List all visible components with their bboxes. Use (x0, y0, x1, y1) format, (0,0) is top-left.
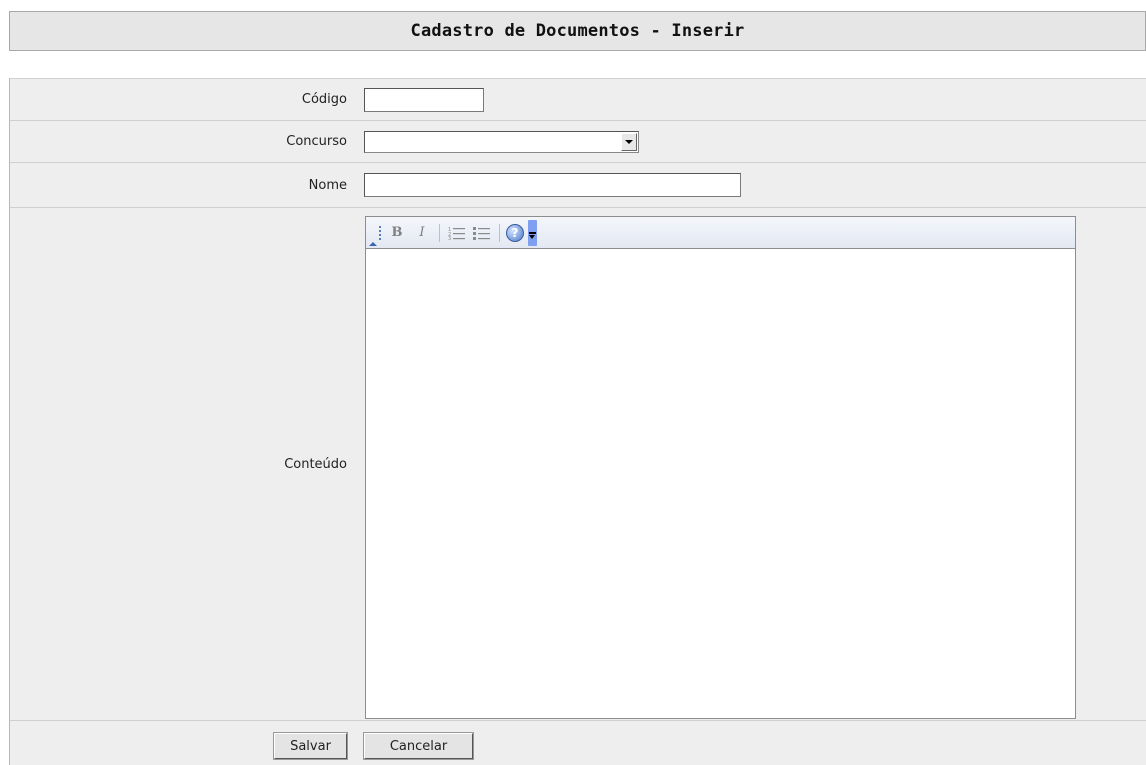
cancel-button[interactable]: Cancelar (363, 732, 474, 760)
editor-content-area[interactable] (366, 249, 1075, 718)
unordered-list-icon[interactable] (471, 222, 493, 244)
concurso-label: Concurso (286, 134, 347, 149)
ordered-list-icon[interactable]: 1 2 3 (446, 222, 468, 244)
form-row-codigo: Código (10, 79, 1146, 121)
page-header: Cadastro de Documentos - Inserir (9, 11, 1146, 51)
svg-text:3: 3 (448, 236, 451, 240)
toolbar-separator (439, 223, 440, 242)
bold-button[interactable]: B (386, 222, 408, 244)
form-actions-row: Salvar Cancelar (10, 721, 1146, 765)
nome-input[interactable] (364, 173, 741, 197)
form-row-nome: Nome (10, 163, 1146, 208)
form-row-concurso: Concurso (10, 121, 1146, 163)
codigo-label: Código (301, 92, 347, 107)
nome-label: Nome (308, 177, 347, 193)
concurso-select[interactable] (364, 130, 639, 153)
conteudo-label: Conteúdo (284, 456, 347, 472)
form-row-conteudo: Conteúdo B I 1 2 3 ? (10, 208, 1146, 721)
page-title: Cadastro de Documentos - Inserir (410, 21, 745, 41)
toolbar-options-icon[interactable] (528, 219, 537, 246)
rich-text-editor: B I 1 2 3 ? (365, 216, 1076, 719)
dropdown-arrow-icon[interactable] (621, 132, 637, 151)
save-button[interactable]: Salvar (273, 732, 348, 760)
collapse-toolbar-icon[interactable] (368, 218, 378, 248)
codigo-input[interactable] (364, 87, 484, 112)
help-icon[interactable]: ? (506, 223, 524, 242)
document-form: Código Concurso Nome Conteúdo B I 1 2 3 … (9, 78, 1146, 765)
toolbar-separator (499, 223, 500, 242)
italic-button[interactable]: I (411, 222, 433, 244)
editor-toolbar: B I 1 2 3 ? (366, 217, 1075, 249)
toolbar-grip-icon[interactable] (379, 225, 381, 240)
page: Cadastro de Documentos - Inserir Código … (0, 0, 1146, 765)
